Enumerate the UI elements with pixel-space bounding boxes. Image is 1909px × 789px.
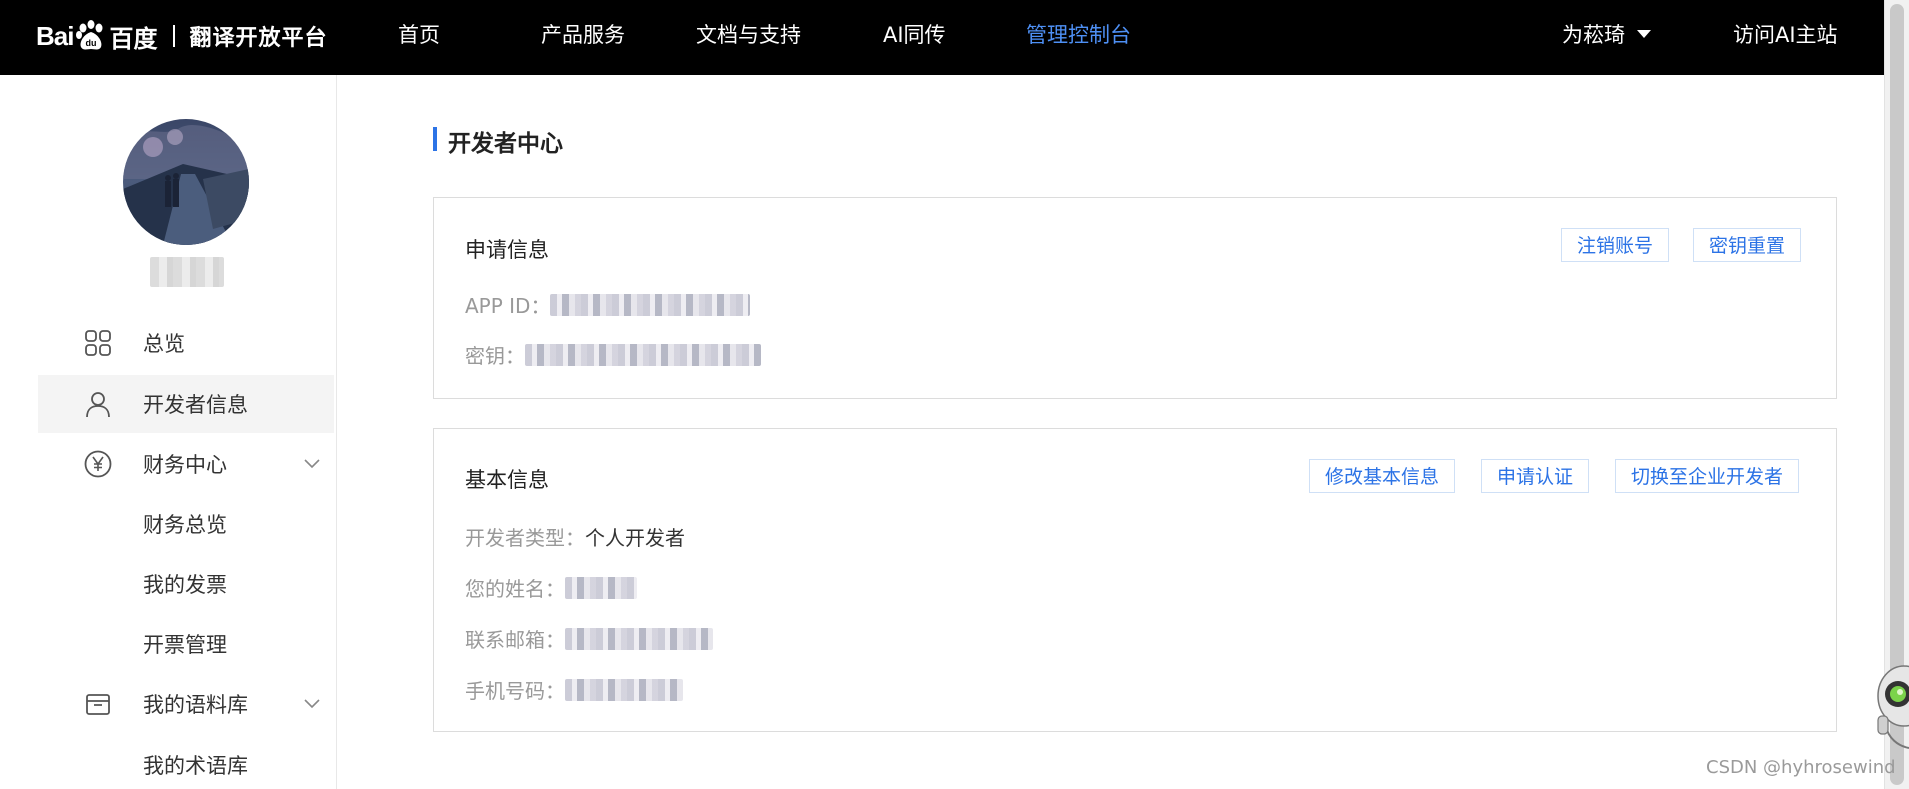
svg-text:du: du [86,38,97,48]
apply-certification-button[interactable]: 申请认证 [1481,459,1590,493]
logo-platform-text: 翻译开放平台 [189,26,328,51]
secret-key-label: 密钥： [465,344,525,368]
grid-icon [85,330,111,356]
email-value-redacted [565,627,713,650]
reset-key-button[interactable]: 密钥重置 [1693,228,1802,262]
app-id-value-redacted [550,293,751,316]
sidebar-item-developer-info[interactable]: 开发者信息 [38,375,334,433]
logo-du-text: 百度 [109,24,158,53]
page-title: 开发者中心 [448,131,563,157]
robot-assistant-icon[interactable] [1864,656,1909,756]
card-title: 基本信息 [465,468,549,492]
user-name: 为菘琦 [1562,23,1625,47]
avatar[interactable] [123,119,249,245]
nav-ai-interpretation[interactable]: AI同传 [883,19,946,49]
sidebar-item-my-corpus[interactable]: 我的语料库 [38,675,334,733]
sidebar-subitem-finance-overview[interactable]: 财务总览 [143,509,227,539]
yen-icon [84,450,112,478]
email-field: 联系邮箱： [465,624,713,653]
cancel-account-button[interactable]: 注销账号 [1561,228,1670,262]
basic-info-card: 基本信息 修改基本信息 申请认证 切换至企业开发者 开发者类型： 个人开发者 您… [433,428,1837,732]
name-value-redacted [565,576,637,599]
name-field: 您的姓名： [465,573,637,602]
application-info-card: 申请信息 注销账号 密钥重置 APP ID： 密钥： [433,197,1837,399]
name-label: 您的姓名： [465,577,565,601]
phone-field: 手机号码： [465,675,683,704]
nav-docs-support[interactable]: 文档与支持 [696,19,801,49]
sidebar: 总览 开发者信息 财务中心 财务总览 我的发票 开票管理 我的语料库 我的术语库 [0,75,337,789]
sidebar-item-label: 总览 [143,332,185,356]
visit-ai-link[interactable]: 访问AI主站 [1733,19,1838,49]
caret-down-icon [1637,30,1651,38]
edit-basic-info-button[interactable]: 修改基本信息 [1309,459,1456,493]
developer-type-field: 开发者类型： 个人开发者 [465,522,685,551]
sidebar-subitem-my-terminology[interactable]: 我的术语库 [143,750,248,780]
sidebar-subitem-my-invoices[interactable]: 我的发票 [143,569,227,599]
logo-divider [173,25,176,47]
user-menu[interactable]: 为菘琦 [1562,19,1651,49]
baidu-paw-icon: du [76,20,103,50]
secret-key-field: 密钥： [465,340,761,369]
card-title: 申请信息 [465,238,549,262]
switch-enterprise-developer-button[interactable]: 切换至企业开发者 [1615,459,1800,493]
csdn-watermark: CSDN @hyhrosewind [1706,757,1896,778]
chevron-down-icon [304,699,320,709]
logo-bai-text: Bai [36,20,74,51]
box-icon [86,694,110,715]
developer-type-value: 个人开发者 [585,526,685,550]
chevron-down-icon [304,459,320,469]
developer-type-label: 开发者类型： [465,526,585,550]
nav-console[interactable]: 管理控制台 [1026,19,1131,49]
app-id-field: APP ID： [465,290,751,319]
email-label: 联系邮箱： [465,628,565,652]
nav-products[interactable]: 产品服务 [541,19,625,49]
page-title-accent [433,127,437,151]
secret-key-value-redacted [525,343,761,366]
sidebar-item-label: 开发者信息 [143,393,248,417]
sidebar-item-overview[interactable]: 总览 [38,314,334,372]
baidu-translate-logo[interactable]: Bai du 百度 翻译开放平台 [36,16,327,56]
sidebar-item-label: 财务中心 [143,453,227,477]
app-id-label: APP ID： [465,294,551,318]
phone-value-redacted [565,678,683,701]
phone-label: 手机号码： [465,679,565,703]
sidebar-item-label: 我的语料库 [143,693,248,717]
nav-home[interactable]: 首页 [398,19,440,49]
sidebar-subitem-invoice-management[interactable]: 开票管理 [143,629,227,659]
user-icon [86,392,110,418]
top-nav-bar: Bai du 百度 翻译开放平台 首页 产品服务 文档与支持 AI同传 管理控制… [0,0,1884,75]
avatar-photo [123,119,249,245]
username-redacted [150,257,224,287]
sidebar-item-finance-center[interactable]: 财务中心 [38,435,334,493]
